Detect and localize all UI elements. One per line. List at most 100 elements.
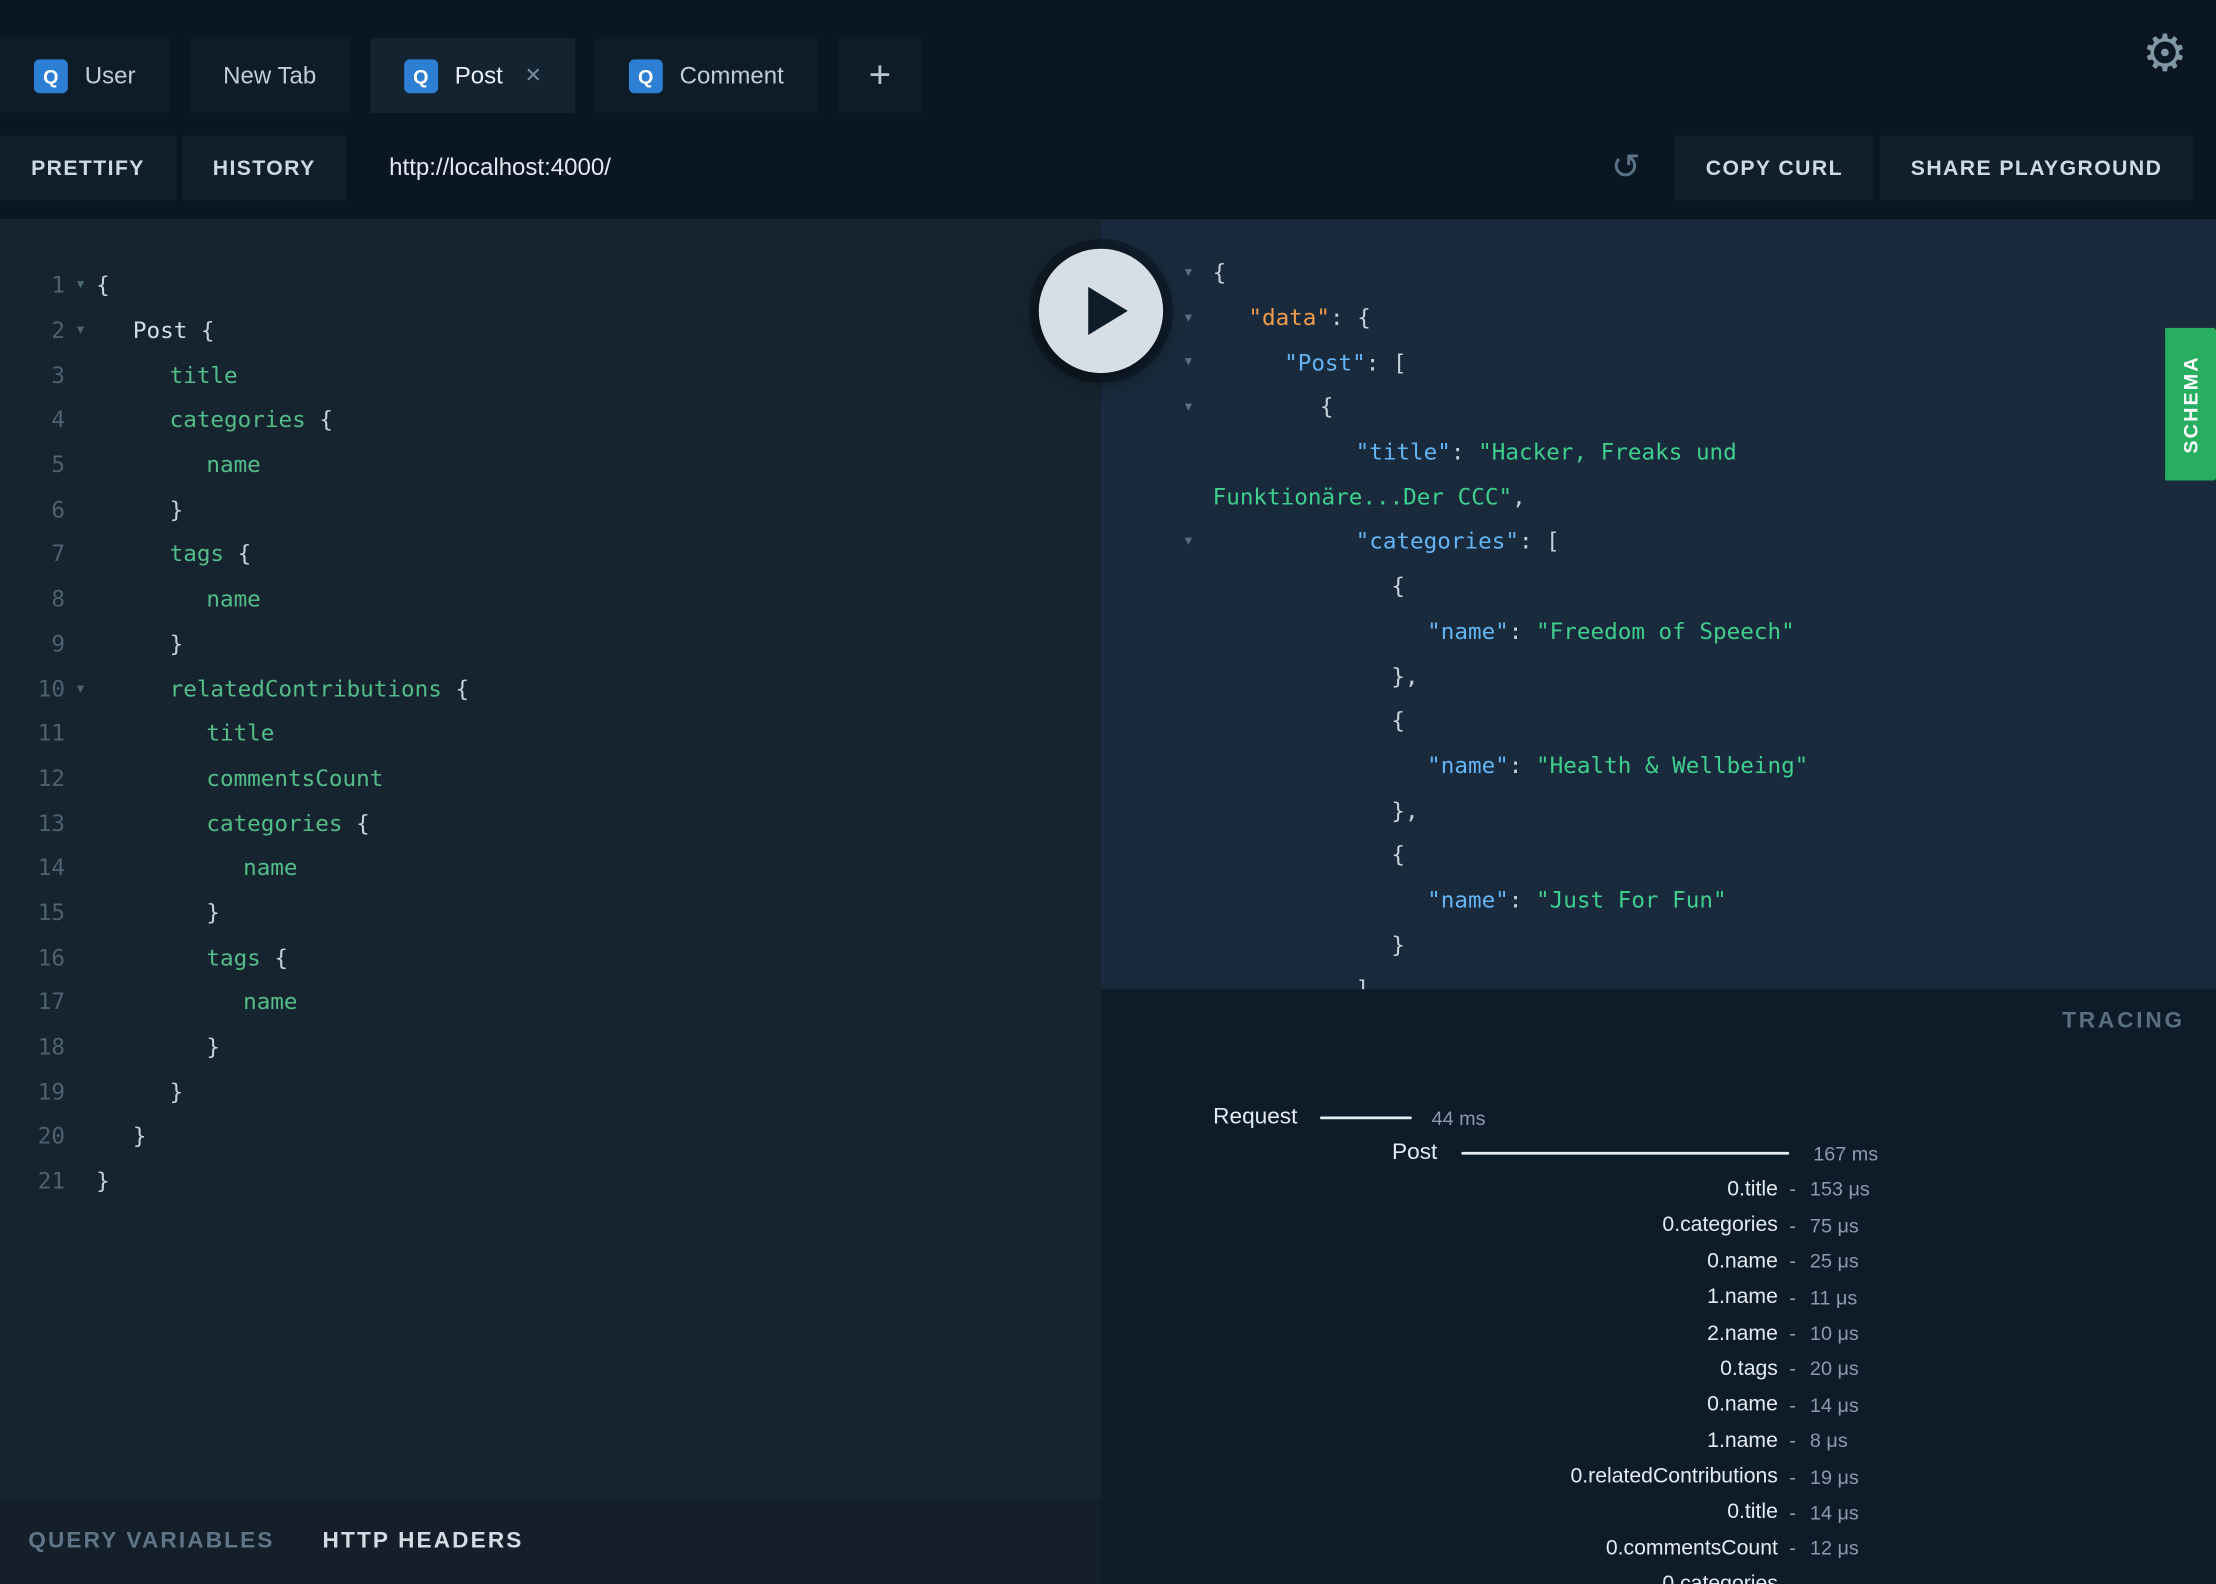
line-number: 20 [37, 1122, 66, 1150]
code-text: } [96, 496, 184, 523]
tab-label: New Tab [223, 61, 317, 89]
token: "name" [1427, 617, 1509, 645]
code-text: categories { [96, 406, 333, 433]
query-variables-tab[interactable]: QUERY VARIABLES [28, 1529, 274, 1554]
trace-label: 0.categories [1662, 1213, 1778, 1238]
result-gutter [1101, 788, 1213, 833]
code-text: "title": "Hacker, Freaks und [1213, 438, 1737, 465]
code-text: { [1213, 707, 1405, 734]
trace-separator: - [1789, 1500, 1796, 1524]
result-gutter [1101, 922, 1213, 967]
token: "title" [1355, 438, 1451, 466]
http-headers-tab[interactable]: HTTP HEADERS [323, 1529, 524, 1554]
code-line: 18} [0, 1024, 1101, 1069]
trace-row: 0.tags -20 μs [1101, 1351, 2216, 1387]
code-line: 2 ▾ Post { [0, 308, 1101, 353]
endpoint-url-input[interactable] [363, 135, 1664, 201]
reload-icon[interactable]: ↺ [1611, 146, 1641, 188]
trace-row: 0.commentsCount -12 μs [1101, 1530, 2216, 1566]
close-tab-icon[interactable]: × [525, 62, 541, 89]
token: } [206, 1033, 220, 1060]
result-gutter [1101, 653, 1213, 698]
result-line: }, [1101, 653, 2216, 698]
line-number: 11 [37, 719, 66, 747]
result-line: } [1101, 922, 2216, 967]
fold-caret-icon[interactable]: ▾ [1183, 262, 1194, 283]
code-text: "name": "Freedom of Speech" [1213, 617, 1795, 644]
token: "categories" [1355, 527, 1519, 555]
code-line: 15} [0, 890, 1101, 935]
trace-time: 14 μs [1809, 1500, 1859, 1524]
code-line: 17 name [0, 979, 1101, 1024]
token: : [1508, 886, 1537, 913]
tab-user[interactable]: Q User [0, 38, 170, 114]
trace-row: Request 44 ms [1101, 1100, 2216, 1136]
copy-curl-button[interactable]: COPY CURL [1674, 135, 1875, 201]
token: { [1391, 572, 1405, 600]
play-icon [1087, 286, 1128, 335]
trace-row: 1.name -11 μs [1101, 1279, 2216, 1315]
code-text: } [96, 899, 220, 926]
query-editor-pane[interactable]: 1 ▾{2 ▾ Post {3 title 4 categories {5 name 6} 7 ta… [0, 219, 1101, 1584]
trace-time: 10 μs [1809, 1321, 1859, 1345]
execute-play-button[interactable] [1038, 248, 1164, 374]
tab-post[interactable]: Q Post × [369, 38, 576, 114]
settings-gear-icon[interactable]: ⚙ [2142, 28, 2188, 79]
result-line: "name": "Health & Wellbeing" [1101, 743, 2216, 788]
token: { [260, 943, 289, 971]
trace-label: 0.relatedContributions [1570, 1464, 1778, 1489]
query-badge: Q [33, 58, 68, 93]
trace-duration-bar [1319, 1116, 1412, 1119]
result-gutter [1101, 429, 1213, 474]
code-line: 20} [0, 1114, 1101, 1159]
tab-label: User [84, 61, 136, 89]
line-number: 18 [37, 1033, 66, 1060]
code-line: 1 ▾{ [0, 263, 1101, 308]
code-line: 11 title [0, 711, 1101, 756]
code-line: 19} [0, 1069, 1101, 1114]
line-number: 7 [51, 540, 66, 568]
trace-label: 0.categories [1662, 1571, 1778, 1584]
history-button[interactable]: HISTORY [181, 135, 347, 201]
trace-label: Post [1392, 1140, 1438, 1165]
fold-caret-icon[interactable]: ▾ [1183, 531, 1194, 552]
result-gutter: ▾ [1101, 519, 1213, 564]
fold-caret-icon[interactable]: ▾ [65, 275, 96, 296]
result-line: { [1101, 832, 2216, 877]
token: } [206, 898, 220, 926]
fold-caret-icon[interactable]: ▾ [65, 678, 96, 699]
fold-caret-icon[interactable]: ▾ [1183, 352, 1194, 373]
token: categories [169, 406, 306, 434]
result-gutter [1101, 474, 1213, 519]
result-line: Funktionäre...Der CCC", [1101, 474, 2216, 519]
code-text: } [1213, 931, 1405, 958]
tab-new-tab[interactable]: New Tab [189, 38, 351, 114]
fold-caret-icon[interactable]: ▾ [1183, 307, 1194, 328]
line-number: 3 [51, 361, 66, 389]
code-text: "name": "Just For Fun" [1213, 886, 1727, 913]
code-text: }, [1213, 797, 1418, 824]
new-tab-plus-button[interactable]: + [837, 38, 923, 114]
code-text: } [96, 1167, 110, 1194]
tab-comment[interactable]: Q Comment [594, 38, 818, 114]
query-editor[interactable]: 1 ▾{2 ▾ Post {3 title 4 categories {5 name 6} 7 ta… [0, 219, 1101, 1499]
code-text: { [1213, 259, 1227, 286]
code-text: } [96, 630, 184, 657]
tracing-title[interactable]: TRACING [2062, 1009, 2185, 1034]
prettify-button[interactable]: PRETTIFY [0, 135, 176, 201]
token: "name" [1427, 886, 1509, 913]
fold-caret-icon[interactable]: ▾ [65, 319, 96, 340]
result-line: { [1101, 698, 2216, 743]
result-line: "title": "Hacker, Freaks und [1101, 429, 2216, 474]
trace-row: 1.name -8 μs [1101, 1422, 2216, 1458]
schema-tab[interactable]: SCHEMA [2165, 327, 2216, 481]
token: : [1508, 617, 1537, 645]
fold-caret-icon[interactable]: ▾ [1183, 396, 1194, 417]
tab-label: Comment [679, 61, 784, 89]
token: title [169, 361, 238, 389]
trace-row: 0.name -14 μs [1101, 1387, 2216, 1423]
code-text: } [96, 1123, 147, 1150]
trace-separator: - [1789, 1321, 1796, 1345]
result-line: ▾{ [1101, 250, 2216, 295]
share-playground-button[interactable]: SHARE PLAYGROUND [1879, 135, 2194, 201]
